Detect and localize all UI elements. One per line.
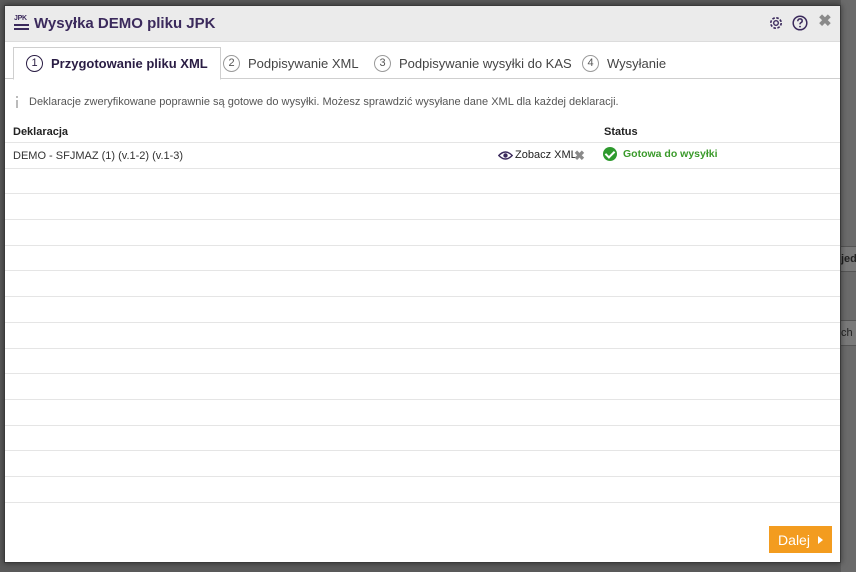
table-row-empty — [5, 297, 840, 323]
column-header-status: Status — [604, 126, 638, 138]
background-strip — [841, 0, 856, 572]
settings-button[interactable] — [768, 15, 784, 31]
gear-icon — [770, 17, 782, 29]
tab-number: 3 — [374, 54, 391, 72]
declaration-name: DEMO - SFJMAZ (1) (v.1-2) (v.1-3) — [13, 150, 184, 162]
background-cell: jed — [841, 246, 856, 272]
status-badge: Gotowa do wysyłki — [603, 147, 718, 161]
tab-number: 1 — [26, 55, 43, 72]
tab-label: Podpisywanie XML — [248, 55, 359, 71]
jpk-icon: JPK — [14, 14, 31, 32]
arrow-right-icon — [817, 535, 823, 544]
check-circle-icon — [603, 147, 617, 161]
next-button[interactable]: Dalej — [769, 526, 832, 553]
table-row-empty — [5, 246, 840, 272]
table-header: Deklaracja Status — [5, 121, 840, 143]
background-cell: ch — [841, 320, 856, 346]
eye-icon — [498, 150, 513, 160]
table-row-empty — [5, 323, 840, 349]
table-row: DEMO - SFJMAZ (1) (v.1-2) (v.1-3) Zobacz… — [5, 143, 840, 169]
next-label: Dalej — [778, 531, 810, 548]
table-row-empty — [5, 220, 840, 246]
tab-sign-xml[interactable]: 2 Podpisywanie XML — [223, 47, 359, 79]
step-tabs: 1 Przygotowanie pliku XML 2 Podpisywanie… — [5, 47, 840, 80]
info-icon — [14, 96, 20, 108]
view-xml-label: Zobacz XML — [515, 149, 577, 161]
info-message: Deklaracje zweryfikowane poprawnie są go… — [14, 96, 619, 108]
help-icon — [792, 15, 808, 31]
table-row-empty — [5, 349, 840, 375]
tab-label: Wysyłanie — [607, 55, 667, 71]
view-xml-link[interactable]: Zobacz XML — [498, 149, 577, 161]
column-header-declaration: Deklaracja — [13, 126, 69, 138]
table-row-empty — [5, 426, 840, 452]
tab-label: Podpisywanie wysyłki do KAS — [399, 55, 572, 71]
tab-number: 2 — [223, 54, 240, 72]
table-row-empty — [5, 169, 840, 195]
tab-sign-kas[interactable]: 3 Podpisywanie wysyłki do KAS — [374, 47, 572, 79]
close-icon: ✖ — [818, 13, 832, 30]
table-row-empty — [5, 194, 840, 221]
tab-label: Przygotowanie pliku XML — [51, 56, 208, 71]
tab-prepare-xml[interactable]: 1 Przygotowanie pliku XML — [13, 47, 221, 80]
declarations-table: Deklaracja Status DEMO - SFJMAZ (1) (v.1… — [5, 121, 840, 503]
table-row-empty — [5, 477, 840, 503]
help-button[interactable] — [792, 15, 808, 31]
table-row-empty — [5, 400, 840, 426]
table-row-empty — [5, 271, 840, 298]
table-row-empty — [5, 374, 840, 400]
status-text: Gotowa do wysyłki — [623, 148, 718, 160]
jpk-send-dialog: JPK Wysyłka DEMO pliku JPK ✖ 1 Przygotow… — [4, 5, 841, 563]
info-text: Deklaracje zweryfikowane poprawnie są go… — [29, 96, 619, 108]
tab-number: 4 — [582, 54, 599, 72]
dialog-title: Wysyłka DEMO pliku JPK — [34, 15, 216, 32]
table-row-empty — [5, 451, 840, 477]
remove-declaration-button[interactable]: ✖ — [574, 148, 585, 164]
close-button[interactable]: ✖ — [817, 14, 833, 30]
tab-sending[interactable]: 4 Wysyłanie — [582, 47, 666, 79]
dialog-header: JPK Wysyłka DEMO pliku JPK ✖ — [5, 6, 840, 42]
